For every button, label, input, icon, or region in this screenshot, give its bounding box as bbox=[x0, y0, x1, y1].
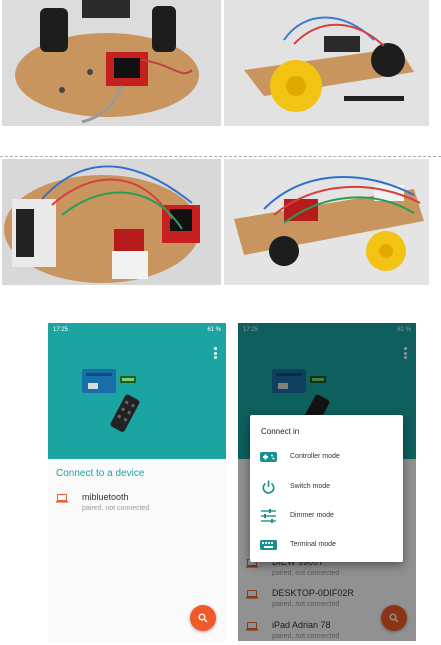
keyboard-icon bbox=[260, 540, 277, 550]
gamepad-icon bbox=[260, 452, 277, 462]
phone-screen-connect-dialog: 17:25 61 % DIEW 9900T paired, not connec… bbox=[238, 323, 416, 641]
mode-label: Terminal mode bbox=[290, 541, 336, 548]
search-icon bbox=[198, 613, 208, 623]
section-title: Connect to a device bbox=[56, 468, 145, 479]
mode-option-terminal[interactable]: Terminal mode bbox=[260, 533, 398, 557]
app-header-banner: 17:25 61 % bbox=[48, 323, 226, 459]
arduino-remote-illustration bbox=[82, 369, 140, 432]
power-icon bbox=[262, 480, 275, 494]
photo-divider bbox=[0, 156, 441, 157]
photo-robot-arduino bbox=[2, 159, 221, 285]
status-battery: 61 % bbox=[207, 327, 221, 333]
status-bar: 17:25 61 % bbox=[48, 323, 226, 337]
laptop-icon bbox=[56, 494, 68, 503]
connect-mode-dialog: Connect in Controller mode Switch mode D… bbox=[250, 415, 403, 562]
phone-screen-device-list: 17:25 61 % Connect to a device mibluetoo… bbox=[48, 323, 226, 641]
mode-option-dimmer[interactable]: Dimmer mode bbox=[260, 504, 398, 528]
dialog-title: Connect in bbox=[261, 427, 300, 436]
mode-label: Switch mode bbox=[290, 483, 331, 490]
device-row-mibluetooth[interactable]: mibluetooth paired, not connected bbox=[56, 492, 221, 520]
device-status: paired, not connected bbox=[82, 505, 150, 512]
mode-label: Controller mode bbox=[290, 453, 340, 460]
mode-label: Dimmer mode bbox=[290, 512, 334, 519]
photo-robot-side bbox=[224, 0, 429, 126]
mode-option-controller[interactable]: Controller mode bbox=[260, 445, 398, 469]
mode-option-switch[interactable]: Switch mode bbox=[260, 475, 398, 499]
overflow-menu-icon[interactable] bbox=[214, 347, 217, 359]
status-time: 17:25 bbox=[53, 327, 69, 333]
photo-robot-wiring bbox=[224, 159, 429, 285]
device-name: mibluetooth bbox=[82, 492, 129, 502]
sliders-icon bbox=[261, 509, 276, 523]
photo-robot-top bbox=[2, 0, 221, 126]
search-fab-button[interactable] bbox=[190, 605, 216, 631]
